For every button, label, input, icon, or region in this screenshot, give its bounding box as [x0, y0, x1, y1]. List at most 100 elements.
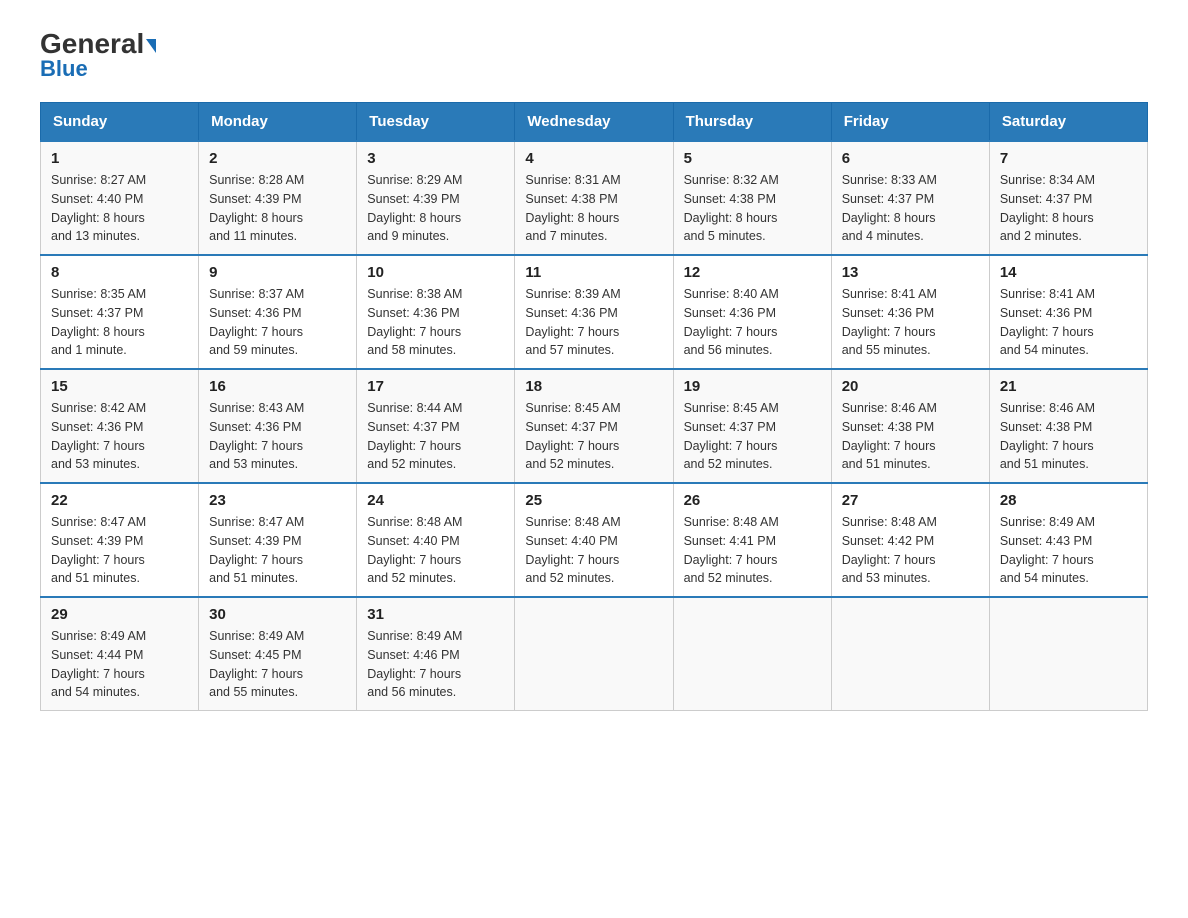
calendar-cell: 6 Sunrise: 8:33 AMSunset: 4:37 PMDaylight… [831, 141, 989, 255]
day-number: 5 [684, 150, 821, 167]
day-info: Sunrise: 8:47 AMSunset: 4:39 PMDaylight:… [209, 513, 346, 588]
day-number: 25 [525, 492, 662, 509]
calendar-cell: 24 Sunrise: 8:48 AMSunset: 4:40 PMDayligh… [357, 483, 515, 597]
day-info: Sunrise: 8:37 AMSunset: 4:36 PMDaylight:… [209, 285, 346, 360]
day-number: 14 [1000, 264, 1137, 281]
day-number: 1 [51, 150, 188, 167]
calendar-cell: 3 Sunrise: 8:29 AMSunset: 4:39 PMDaylight… [357, 141, 515, 255]
calendar-cell [673, 597, 831, 711]
calendar-cell: 26 Sunrise: 8:48 AMSunset: 4:41 PMDayligh… [673, 483, 831, 597]
day-number: 6 [842, 150, 979, 167]
day-info: Sunrise: 8:35 AMSunset: 4:37 PMDaylight:… [51, 285, 188, 360]
calendar-cell: 2 Sunrise: 8:28 AMSunset: 4:39 PMDaylight… [199, 141, 357, 255]
day-info: Sunrise: 8:41 AMSunset: 4:36 PMDaylight:… [842, 285, 979, 360]
day-number: 23 [209, 492, 346, 509]
day-info: Sunrise: 8:48 AMSunset: 4:41 PMDaylight:… [684, 513, 821, 588]
calendar-cell: 30Sunrise: 8:49 AMSunset: 4:45 PMDayligh… [199, 597, 357, 711]
calendar-cell [989, 597, 1147, 711]
calendar-cell: 22 Sunrise: 8:47 AMSunset: 4:39 PMDayligh… [41, 483, 199, 597]
day-number: 29 [51, 606, 188, 623]
day-number: 3 [367, 150, 504, 167]
day-info: Sunrise: 8:29 AMSunset: 4:39 PMDaylight:… [367, 171, 504, 246]
day-info: Sunrise: 8:48 AMSunset: 4:40 PMDaylight:… [367, 513, 504, 588]
week-row-1: 1 Sunrise: 8:27 AMSunset: 4:40 PMDaylight… [41, 141, 1148, 255]
day-info: Sunrise: 8:31 AMSunset: 4:38 PMDaylight:… [525, 171, 662, 246]
week-row-5: 29Sunrise: 8:49 AMSunset: 4:44 PMDayligh… [41, 597, 1148, 711]
calendar-cell: 19 Sunrise: 8:45 AMSunset: 4:37 PMDayligh… [673, 369, 831, 483]
day-number: 7 [1000, 150, 1137, 167]
week-row-2: 8 Sunrise: 8:35 AMSunset: 4:37 PMDaylight… [41, 255, 1148, 369]
day-number: 18 [525, 378, 662, 395]
day-info: Sunrise: 8:45 AMSunset: 4:37 PMDaylight:… [525, 399, 662, 474]
day-number: 28 [1000, 492, 1137, 509]
weekday-header-row: SundayMondayTuesdayWednesdayThursdayFrid… [41, 103, 1148, 142]
calendar-cell [831, 597, 989, 711]
calendar-cell: 12Sunrise: 8:40 AMSunset: 4:36 PMDayligh… [673, 255, 831, 369]
weekday-header-saturday: Saturday [989, 103, 1147, 142]
calendar-cell: 11 Sunrise: 8:39 AMSunset: 4:36 PMDayligh… [515, 255, 673, 369]
day-info: Sunrise: 8:48 AMSunset: 4:42 PMDaylight:… [842, 513, 979, 588]
calendar-cell: 9 Sunrise: 8:37 AMSunset: 4:36 PMDaylight… [199, 255, 357, 369]
day-number: 10 [367, 264, 504, 281]
day-number: 24 [367, 492, 504, 509]
calendar-cell: 28 Sunrise: 8:49 AMSunset: 4:43 PMDayligh… [989, 483, 1147, 597]
day-number: 21 [1000, 378, 1137, 395]
calendar-cell: 20 Sunrise: 8:46 AMSunset: 4:38 PMDayligh… [831, 369, 989, 483]
day-number: 22 [51, 492, 188, 509]
weekday-header-thursday: Thursday [673, 103, 831, 142]
calendar-cell [515, 597, 673, 711]
weekday-header-sunday: Sunday [41, 103, 199, 142]
calendar-cell: 18 Sunrise: 8:45 AMSunset: 4:37 PMDayligh… [515, 369, 673, 483]
weekday-header-wednesday: Wednesday [515, 103, 673, 142]
day-info: Sunrise: 8:32 AMSunset: 4:38 PMDaylight:… [684, 171, 821, 246]
calendar-cell: 23 Sunrise: 8:47 AMSunset: 4:39 PMDayligh… [199, 483, 357, 597]
day-info: Sunrise: 8:38 AMSunset: 4:36 PMDaylight:… [367, 285, 504, 360]
day-number: 17 [367, 378, 504, 395]
calendar-cell: 27 Sunrise: 8:48 AMSunset: 4:42 PMDayligh… [831, 483, 989, 597]
day-number: 16 [209, 378, 346, 395]
calendar-cell: 31 Sunrise: 8:49 AMSunset: 4:46 PMDayligh… [357, 597, 515, 711]
day-number: 20 [842, 378, 979, 395]
week-row-4: 22 Sunrise: 8:47 AMSunset: 4:39 PMDayligh… [41, 483, 1148, 597]
day-number: 11 [525, 264, 662, 281]
day-number: 26 [684, 492, 821, 509]
day-number: 2 [209, 150, 346, 167]
calendar-cell: 29Sunrise: 8:49 AMSunset: 4:44 PMDayligh… [41, 597, 199, 711]
weekday-header-friday: Friday [831, 103, 989, 142]
calendar-cell: 5 Sunrise: 8:32 AMSunset: 4:38 PMDaylight… [673, 141, 831, 255]
day-info: Sunrise: 8:43 AMSunset: 4:36 PMDaylight:… [209, 399, 346, 474]
day-info: Sunrise: 8:27 AMSunset: 4:40 PMDaylight:… [51, 171, 188, 246]
calendar-cell: 15Sunrise: 8:42 AMSunset: 4:36 PMDayligh… [41, 369, 199, 483]
day-info: Sunrise: 8:44 AMSunset: 4:37 PMDaylight:… [367, 399, 504, 474]
day-number: 31 [367, 606, 504, 623]
calendar-cell: 8 Sunrise: 8:35 AMSunset: 4:37 PMDaylight… [41, 255, 199, 369]
calendar-cell: 17 Sunrise: 8:44 AMSunset: 4:37 PMDayligh… [357, 369, 515, 483]
logo-blue: Blue [40, 56, 88, 82]
calendar-cell: 7Sunrise: 8:34 AMSunset: 4:37 PMDaylight… [989, 141, 1147, 255]
day-info: Sunrise: 8:39 AMSunset: 4:36 PMDaylight:… [525, 285, 662, 360]
calendar-cell: 13 Sunrise: 8:41 AMSunset: 4:36 PMDayligh… [831, 255, 989, 369]
day-info: Sunrise: 8:49 AMSunset: 4:45 PMDaylight:… [209, 627, 346, 702]
day-number: 9 [209, 264, 346, 281]
day-info: Sunrise: 8:45 AMSunset: 4:37 PMDaylight:… [684, 399, 821, 474]
day-info: Sunrise: 8:46 AMSunset: 4:38 PMDaylight:… [842, 399, 979, 474]
day-info: Sunrise: 8:47 AMSunset: 4:39 PMDaylight:… [51, 513, 188, 588]
day-info: Sunrise: 8:49 AMSunset: 4:43 PMDaylight:… [1000, 513, 1137, 588]
day-info: Sunrise: 8:49 AMSunset: 4:46 PMDaylight:… [367, 627, 504, 702]
day-number: 8 [51, 264, 188, 281]
day-number: 12 [684, 264, 821, 281]
logo-general: General [40, 30, 156, 58]
day-number: 19 [684, 378, 821, 395]
calendar-cell: 21Sunrise: 8:46 AMSunset: 4:38 PMDayligh… [989, 369, 1147, 483]
calendar-cell: 14 Sunrise: 8:41 AMSunset: 4:36 PMDayligh… [989, 255, 1147, 369]
day-info: Sunrise: 8:28 AMSunset: 4:39 PMDaylight:… [209, 171, 346, 246]
weekday-header-monday: Monday [199, 103, 357, 142]
day-number: 27 [842, 492, 979, 509]
calendar-cell: 1 Sunrise: 8:27 AMSunset: 4:40 PMDaylight… [41, 141, 199, 255]
day-info: Sunrise: 8:33 AMSunset: 4:37 PMDaylight:… [842, 171, 979, 246]
day-number: 13 [842, 264, 979, 281]
day-info: Sunrise: 8:41 AMSunset: 4:36 PMDaylight:… [1000, 285, 1137, 360]
calendar-table: SundayMondayTuesdayWednesdayThursdayFrid… [40, 102, 1148, 711]
week-row-3: 15Sunrise: 8:42 AMSunset: 4:36 PMDayligh… [41, 369, 1148, 483]
day-info: Sunrise: 8:42 AMSunset: 4:36 PMDaylight:… [51, 399, 188, 474]
